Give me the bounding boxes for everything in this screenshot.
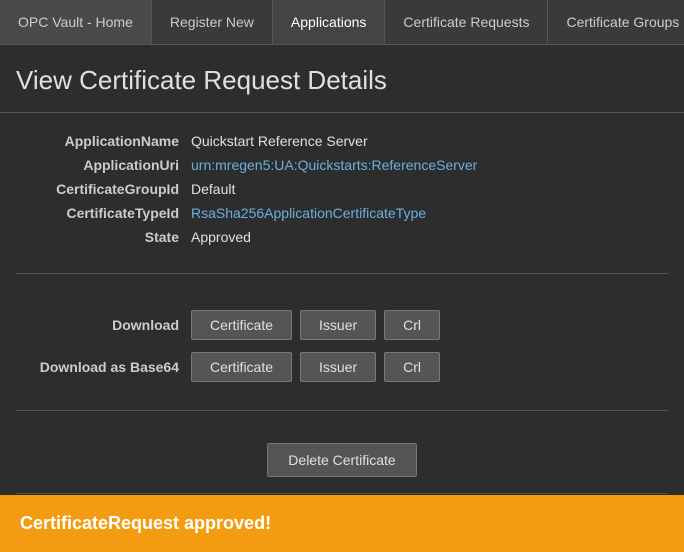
download-base64-label: Download as Base64 [16, 359, 191, 375]
nav-item-home[interactable]: OPC Vault - Home [0, 0, 152, 44]
download-label: Download [16, 317, 191, 333]
value-appname: Quickstart Reference Server [191, 133, 368, 149]
page-title: View Certificate Request Details [0, 45, 684, 113]
value-groupid: Default [191, 181, 235, 197]
download-base64-issuer-button[interactable]: Issuer [300, 352, 376, 382]
actions-section: Download Certificate Issuer Crl Download… [16, 294, 668, 411]
detail-row-state: State Approved [16, 229, 668, 245]
nav-item-applications[interactable]: Applications [273, 0, 386, 44]
delete-certificate-button[interactable]: Delete Certificate [267, 443, 416, 477]
nav-item-register[interactable]: Register New [152, 0, 273, 44]
download-row: Download Certificate Issuer Crl [16, 310, 668, 340]
download-base64-crl-button[interactable]: Crl [384, 352, 440, 382]
details-section: ApplicationName Quickstart Reference Ser… [16, 133, 668, 274]
label-groupid: CertificateGroupId [16, 181, 191, 197]
download-base64-row: Download as Base64 Certificate Issuer Cr… [16, 352, 668, 382]
download-crl-button[interactable]: Crl [384, 310, 440, 340]
label-appuri: ApplicationUri [16, 157, 191, 173]
nav-item-cert-requests[interactable]: Certificate Requests [385, 0, 548, 44]
delete-section: Delete Certificate [16, 411, 668, 494]
label-state: State [16, 229, 191, 245]
detail-row-appuri: ApplicationUri urn:mregen5:UA:Quickstart… [16, 157, 668, 173]
value-appuri: urn:mregen5:UA:Quickstarts:ReferenceServ… [191, 157, 477, 173]
detail-row-appname: ApplicationName Quickstart Reference Ser… [16, 133, 668, 149]
label-appname: ApplicationName [16, 133, 191, 149]
success-banner: CertificateRequest approved! [0, 495, 684, 552]
download-base64-certificate-button[interactable]: Certificate [191, 352, 292, 382]
detail-row-typeid: CertificateTypeId RsaSha256ApplicationCe… [16, 205, 668, 221]
nav-item-cert-groups[interactable]: Certificate Groups [548, 0, 684, 44]
label-typeid: CertificateTypeId [16, 205, 191, 221]
content-area: ApplicationName Quickstart Reference Ser… [0, 113, 684, 514]
value-typeid: RsaSha256ApplicationCertificateType [191, 205, 426, 221]
download-buttons: Certificate Issuer Crl [191, 310, 440, 340]
download-base64-buttons: Certificate Issuer Crl [191, 352, 440, 382]
navbar: OPC Vault - Home Register New Applicatio… [0, 0, 684, 45]
page-wrapper: OPC Vault - Home Register New Applicatio… [0, 0, 684, 552]
value-state: Approved [191, 229, 251, 245]
download-issuer-button[interactable]: Issuer [300, 310, 376, 340]
detail-row-groupid: CertificateGroupId Default [16, 181, 668, 197]
download-certificate-button[interactable]: Certificate [191, 310, 292, 340]
